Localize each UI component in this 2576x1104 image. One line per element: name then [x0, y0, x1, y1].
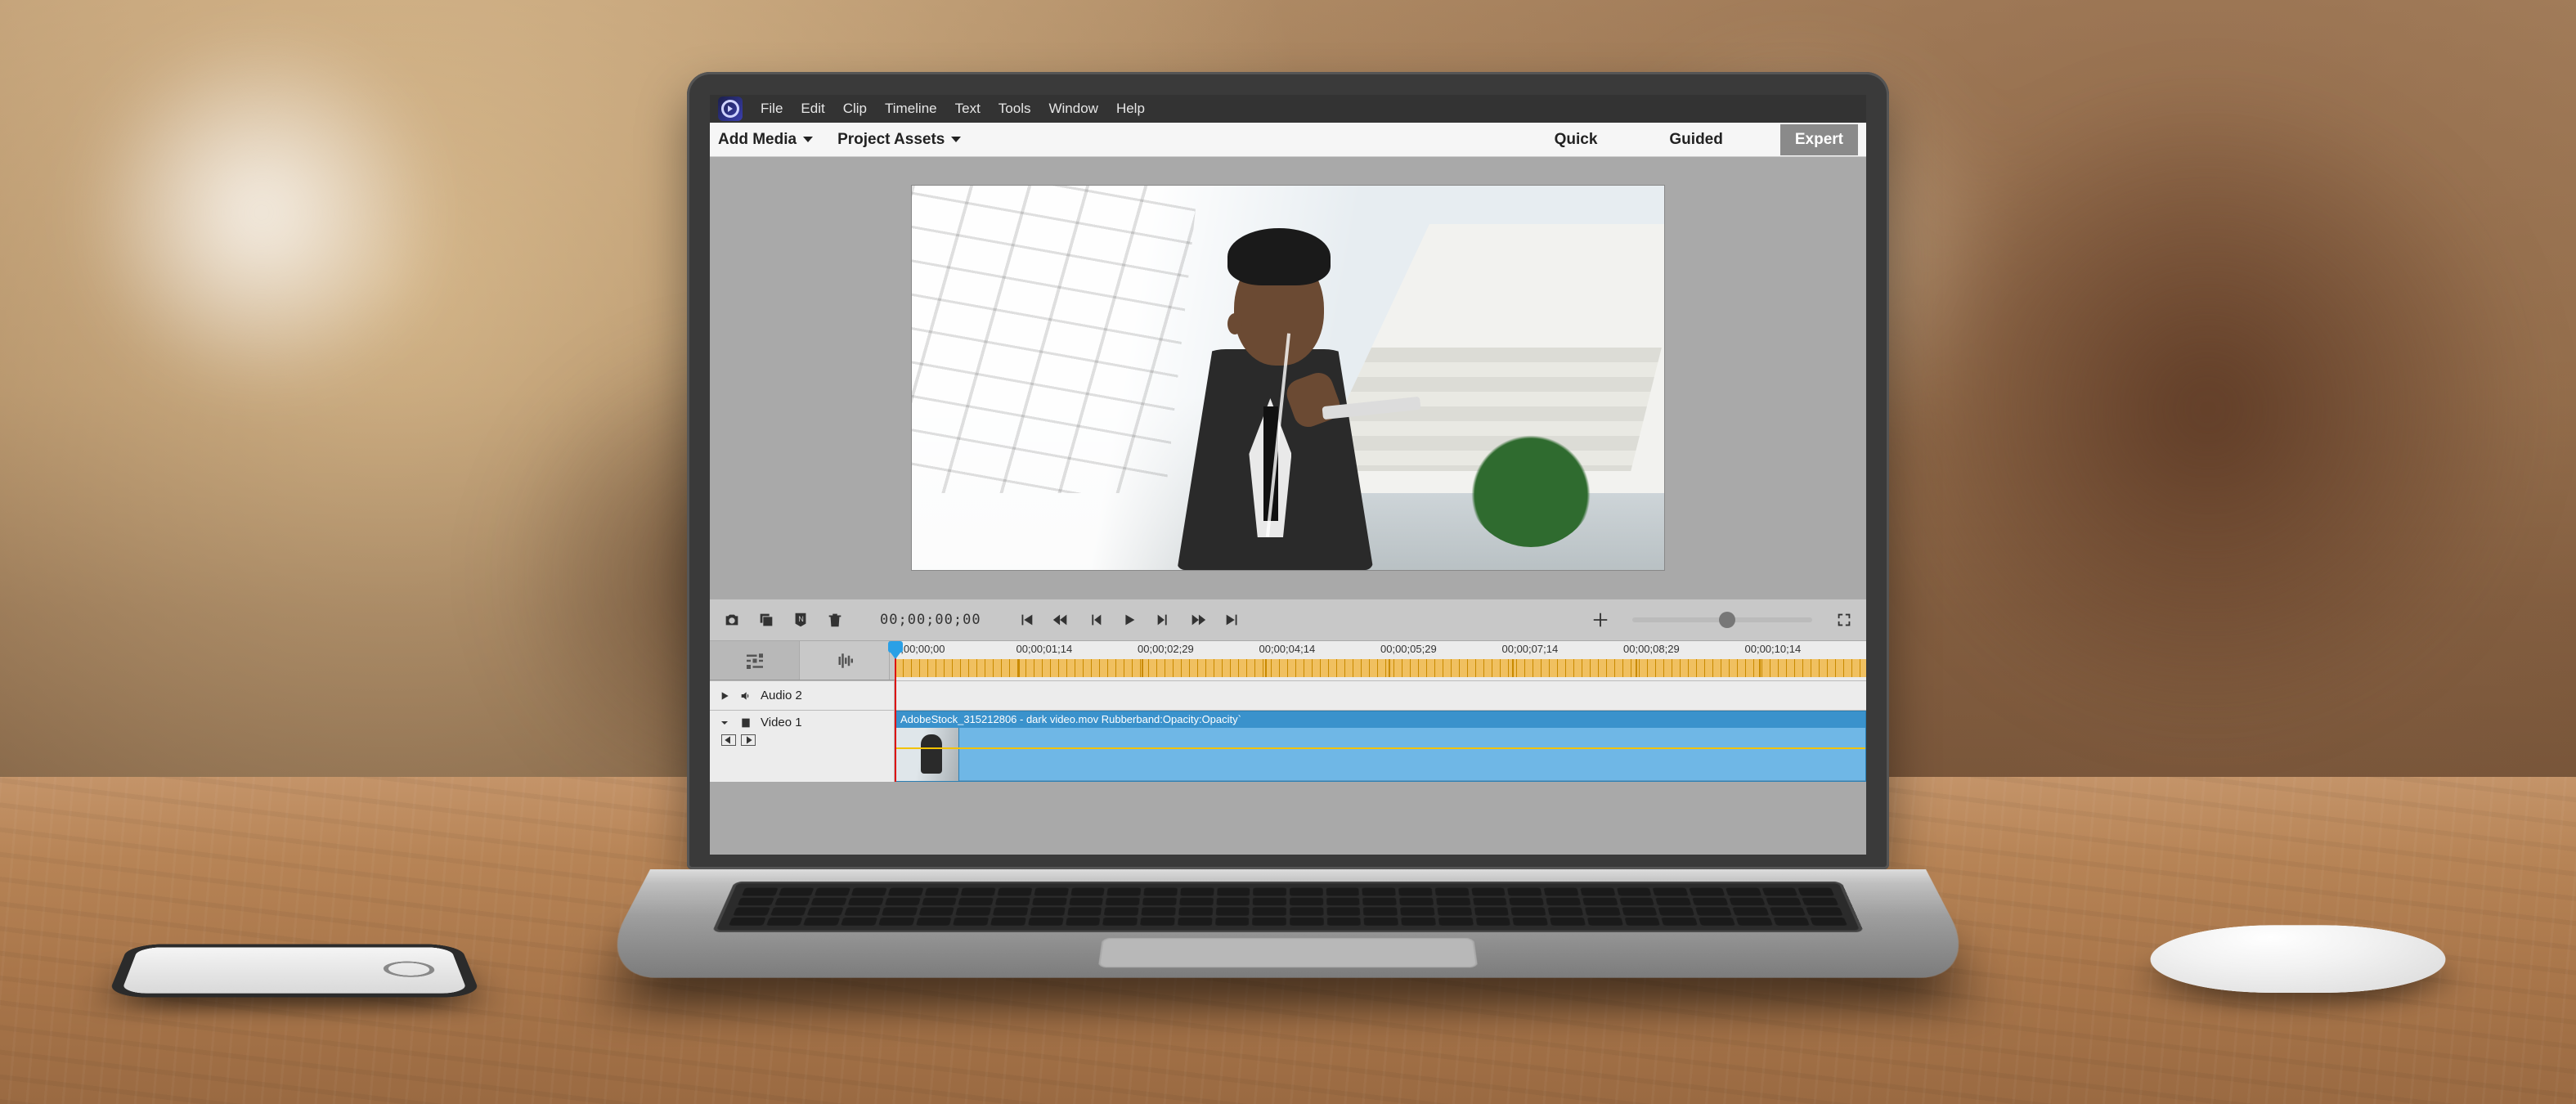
laptop-base: [594, 869, 1982, 978]
menu-edit[interactable]: Edit: [801, 101, 824, 117]
tab-sliders[interactable]: [710, 641, 800, 680]
menu-help[interactable]: Help: [1116, 101, 1145, 117]
preview-area: [710, 157, 1866, 599]
laptop-lid: File Edit Clip Timeline Text Tools Windo…: [687, 72, 1889, 869]
fast-forward-icon[interactable]: [1187, 609, 1209, 631]
track-content-audio-2[interactable]: [895, 681, 1866, 710]
add-media-label: Add Media: [718, 131, 797, 149]
ruler-label: 00;00;04;14: [1259, 644, 1381, 654]
project-assets-dropdown[interactable]: Project Assets: [837, 131, 961, 149]
clip-label: AdobeStock_315212806 - dark video.mov Ru…: [895, 711, 1865, 728]
toolbar: Add Media Project Assets Quick Guided Ex…: [710, 123, 1866, 157]
mode-quick[interactable]: Quick: [1540, 124, 1613, 155]
track-audio-2: Audio 2: [710, 680, 1866, 710]
menubar: File Edit Clip Timeline Text Tools Windo…: [710, 95, 1866, 123]
zoom-slider[interactable]: [1632, 617, 1812, 622]
audio-waveform-icon: [832, 648, 857, 673]
mouse-prop: [2141, 925, 2456, 993]
fullscreen-icon[interactable]: [1833, 609, 1855, 631]
ruler-label: 0;00;00;00: [895, 644, 1016, 654]
speaker-icon: [739, 689, 752, 702]
preview-plant: [1465, 416, 1596, 547]
track-video-1: Video 1 AdobeStock_315212806 - dark vide…: [710, 710, 1866, 782]
ruler-label: 00;00;07;14: [1502, 644, 1624, 654]
play-small-icon: [718, 689, 731, 702]
keyboard: [722, 885, 1854, 928]
rewind-icon[interactable]: [1050, 609, 1071, 631]
tab-audio[interactable]: [800, 641, 890, 680]
transport-bar: N 00;00;00;00: [710, 599, 1866, 641]
chevron-down-icon: [951, 137, 961, 142]
timeline: 0;00;00;00 00;00;01;14 00;00;02;29 00;00…: [710, 641, 1866, 782]
trash-icon[interactable]: [824, 609, 846, 631]
track-label: Audio 2: [761, 689, 802, 702]
filmstrip-icon: [739, 716, 752, 729]
video-preview[interactable]: [912, 186, 1664, 570]
track-label: Video 1: [761, 716, 802, 729]
scene-root: File Edit Clip Timeline Text Tools Windo…: [0, 0, 2576, 1104]
timeline-ruler[interactable]: 0;00;00;00 00;00;01;14 00;00;02;29 00;00…: [895, 641, 1866, 679]
mode-expert[interactable]: Expert: [1780, 124, 1858, 155]
ruler-label: 00;00;02;29: [1138, 644, 1259, 654]
collapse-icon[interactable]: [718, 716, 731, 729]
svg-text:N: N: [798, 615, 804, 623]
duplicate-icon[interactable]: [756, 609, 777, 631]
laptop: File Edit Clip Timeline Text Tools Windo…: [650, 72, 1926, 1057]
app-logo-icon: [718, 96, 743, 121]
ruler-label: 00;00;08;29: [1623, 644, 1745, 654]
menu-clip[interactable]: Clip: [843, 101, 867, 117]
menu-window[interactable]: Window: [1048, 101, 1097, 117]
camera-icon[interactable]: [721, 609, 743, 631]
goto-end-icon[interactable]: [1222, 609, 1243, 631]
project-assets-label: Project Assets: [837, 131, 945, 149]
smartphone-prop: [107, 944, 482, 997]
menu-text[interactable]: Text: [955, 101, 981, 117]
chevron-down-icon: [803, 137, 813, 142]
play-icon[interactable]: [1119, 609, 1140, 631]
goto-start-icon[interactable]: [1016, 609, 1037, 631]
app-window: File Edit Clip Timeline Text Tools Windo…: [710, 95, 1866, 855]
track-header-video-1[interactable]: Video 1: [710, 711, 895, 782]
ruler-label: 00;00;10;14: [1745, 644, 1867, 654]
playhead[interactable]: [895, 641, 896, 782]
track-content-video-1[interactable]: AdobeStock_315212806 - dark video.mov Ru…: [895, 711, 1866, 782]
menu-file[interactable]: File: [761, 101, 783, 117]
menu-tools[interactable]: Tools: [999, 101, 1031, 117]
nudge-right-icon[interactable]: [741, 734, 756, 746]
ruler-label: 00;00;05;29: [1380, 644, 1502, 654]
fit-icon[interactable]: [1590, 609, 1611, 631]
step-forward-icon[interactable]: [1153, 609, 1174, 631]
menu-timeline[interactable]: Timeline: [885, 101, 937, 117]
workspace-modes: Quick Guided Expert: [1540, 124, 1858, 155]
preview-person: [1152, 210, 1398, 570]
video-clip[interactable]: AdobeStock_315212806 - dark video.mov Ru…: [895, 711, 1866, 782]
sliders-icon: [743, 648, 767, 673]
nudge-left-icon[interactable]: [721, 734, 736, 746]
add-media-dropdown[interactable]: Add Media: [718, 131, 813, 149]
rubberband-line[interactable]: [895, 747, 1865, 749]
marker-icon[interactable]: N: [790, 609, 811, 631]
ruler-label: 00;00;01;14: [1016, 644, 1138, 654]
track-header-audio-2[interactable]: Audio 2: [710, 681, 895, 710]
timecode-display: 00;00;00;00: [880, 612, 981, 628]
step-back-icon[interactable]: [1084, 609, 1106, 631]
clip-thumbnail: [895, 728, 959, 781]
mode-guided[interactable]: Guided: [1654, 124, 1737, 155]
